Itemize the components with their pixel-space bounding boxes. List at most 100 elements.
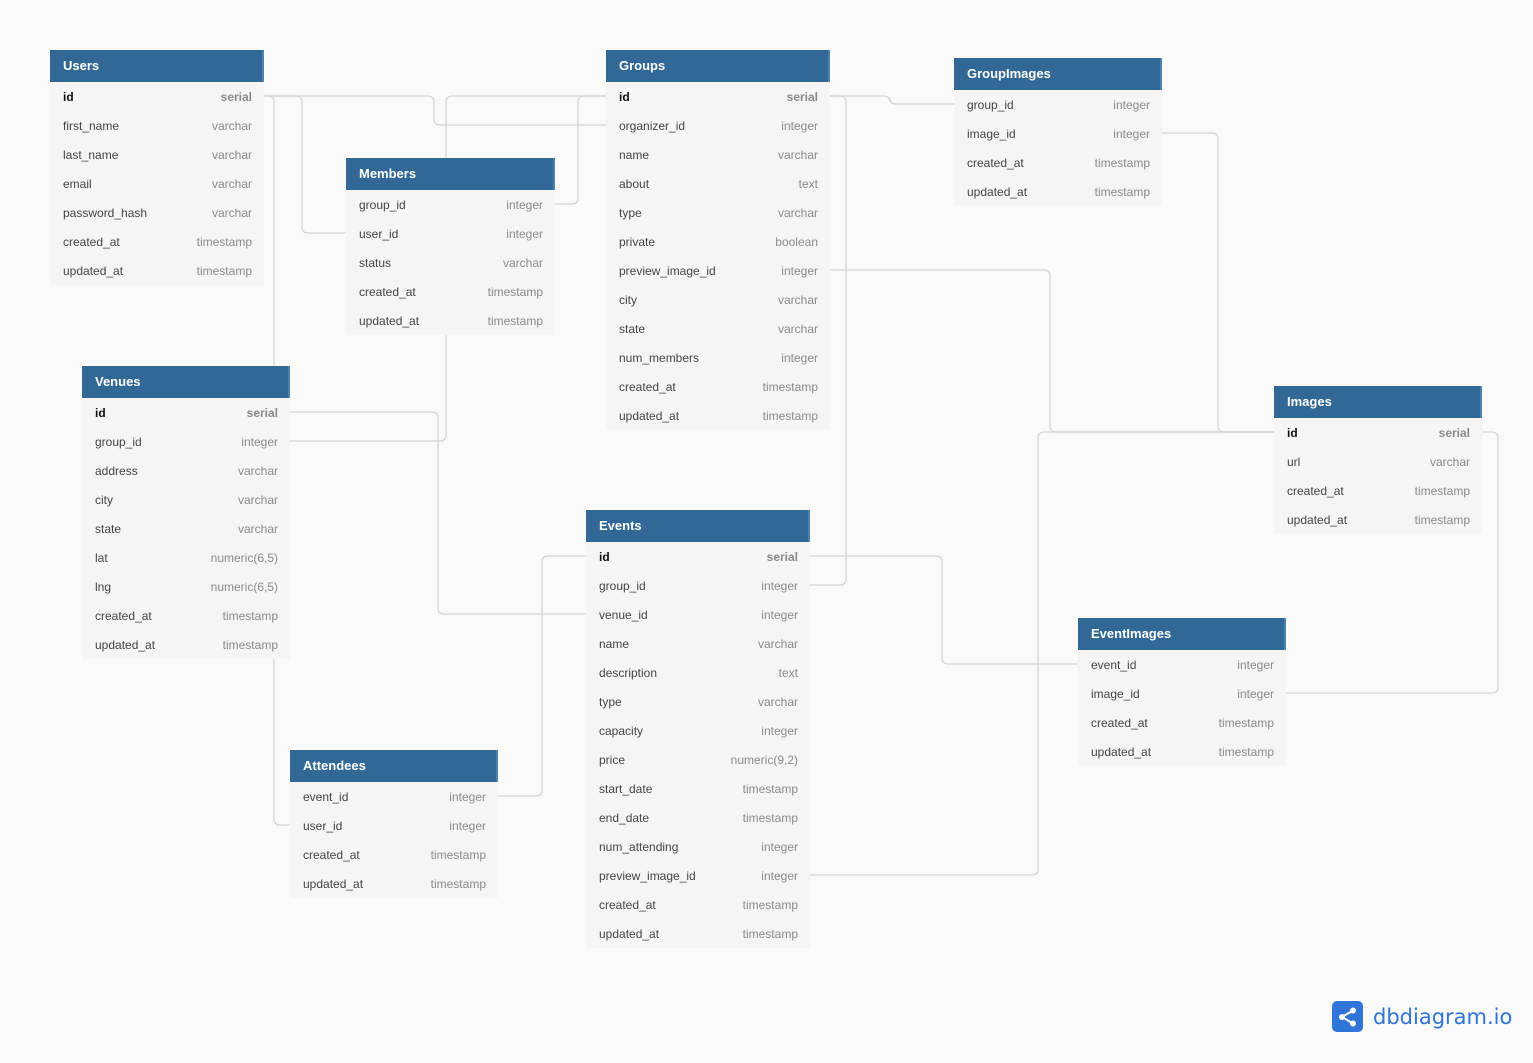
table-row[interactable]: updated_at timestamp <box>606 401 830 430</box>
table-row[interactable]: address varchar <box>82 456 290 485</box>
table-row[interactable]: lat numeric(6,5) <box>82 543 290 572</box>
table-header[interactable]: Venues <box>82 366 290 398</box>
table-row[interactable]: state varchar <box>82 514 290 543</box>
table-row[interactable]: name varchar <box>606 140 830 169</box>
table-venues[interactable]: Venues id serial group_id integer address varc… <box>82 366 290 659</box>
table-header[interactable]: EventImages <box>1078 618 1286 650</box>
table-attendees[interactable]: Attendees event_id integer user_id integer cr… <box>290 750 498 898</box>
table-row[interactable]: updated_at timestamp <box>1078 737 1286 766</box>
column-name: image_id <box>967 126 1016 141</box>
table-row[interactable]: first_name varchar <box>50 111 264 140</box>
column-type: timestamp <box>742 897 798 912</box>
table-row[interactable]: event_id integer <box>290 782 498 811</box>
table-row[interactable]: created_at timestamp <box>346 277 555 306</box>
table-row[interactable]: num_attending integer <box>586 832 810 861</box>
column-name: private <box>619 234 656 249</box>
table-row[interactable]: start_date timestamp <box>586 774 810 803</box>
table-row[interactable]: created_at timestamp <box>82 601 290 630</box>
table-header[interactable]: Events <box>586 510 810 542</box>
table-row[interactable]: group_id integer <box>954 90 1162 119</box>
column-type: varchar <box>777 321 818 336</box>
table-row[interactable]: city varchar <box>606 285 830 314</box>
table-users[interactable]: Users id serial first_name varchar last_name v… <box>50 50 264 285</box>
table-row[interactable]: description text <box>586 658 810 687</box>
column-name: venue_id <box>599 607 648 622</box>
table-row[interactable]: event_id integer <box>1078 650 1286 679</box>
table-row[interactable]: preview_image_id integer <box>586 861 810 890</box>
table-header[interactable]: Images <box>1274 386 1482 418</box>
table-header[interactable]: Users <box>50 50 264 82</box>
column-type: serial <box>786 89 818 104</box>
column-name: group_id <box>967 97 1014 112</box>
table-row[interactable]: updated_at timestamp <box>1274 505 1482 534</box>
table-row[interactable]: user_id integer <box>290 811 498 840</box>
table-events[interactable]: Events id serial group_id integer venue_id int… <box>586 510 810 948</box>
table-row[interactable]: created_at timestamp <box>1078 708 1286 737</box>
table-row[interactable]: password_hash varchar <box>50 198 264 227</box>
table-row[interactable]: status varchar <box>346 248 555 277</box>
table-row[interactable]: created_at timestamp <box>290 840 498 869</box>
table-row[interactable]: city varchar <box>82 485 290 514</box>
table-row[interactable]: name varchar <box>586 629 810 658</box>
table-members[interactable]: Members group_id integer user_id integer stat… <box>346 158 555 335</box>
column-type: varchar <box>237 463 278 478</box>
table-row[interactable]: private boolean <box>606 227 830 256</box>
table-row[interactable]: group_id integer <box>82 427 290 456</box>
relationship-line <box>290 411 586 615</box>
table-row[interactable]: created_at timestamp <box>606 372 830 401</box>
table-header[interactable]: Attendees <box>290 750 498 782</box>
table-row[interactable]: updated_at timestamp <box>346 306 555 335</box>
table-row[interactable]: type varchar <box>606 198 830 227</box>
table-row[interactable]: user_id integer <box>346 219 555 248</box>
column-type: timestamp <box>1414 483 1470 498</box>
table-images[interactable]: Images id serial url varchar created_at timest… <box>1274 386 1482 534</box>
table-row[interactable]: price numeric(9,2) <box>586 745 810 774</box>
table-row[interactable]: updated_at timestamp <box>290 869 498 898</box>
column-name: lat <box>95 550 108 565</box>
table-row[interactable]: preview_image_id integer <box>606 256 830 285</box>
table-row[interactable]: updated_at timestamp <box>954 177 1162 206</box>
table-row[interactable]: about text <box>606 169 830 198</box>
table-row[interactable]: created_at timestamp <box>50 227 264 256</box>
table-row[interactable]: capacity integer <box>586 716 810 745</box>
column-name: name <box>619 147 650 162</box>
table-row[interactable]: id serial <box>1274 418 1482 447</box>
table-header[interactable]: Groups <box>606 50 830 82</box>
table-row[interactable]: created_at timestamp <box>586 890 810 919</box>
table-row[interactable]: venue_id integer <box>586 600 810 629</box>
column-name: id <box>619 89 630 104</box>
table-row[interactable]: created_at timestamp <box>954 148 1162 177</box>
dbdiagram-logo[interactable]: dbdiagram.io <box>1332 1001 1512 1032</box>
table-row[interactable]: updated_at timestamp <box>50 256 264 285</box>
table-header[interactable]: Members <box>346 158 555 190</box>
table-row[interactable]: id serial <box>606 82 830 111</box>
table-row[interactable]: last_name varchar <box>50 140 264 169</box>
column-type: integer <box>449 789 486 804</box>
table-row[interactable]: id serial <box>82 398 290 427</box>
table-row[interactable]: id serial <box>586 542 810 571</box>
table-row[interactable]: lng numeric(6,5) <box>82 572 290 601</box>
column-name: event_id <box>1091 657 1137 672</box>
column-name: group_id <box>599 578 646 593</box>
table-row[interactable]: organizer_id integer <box>606 111 830 140</box>
table-row[interactable]: group_id integer <box>346 190 555 219</box>
table-row[interactable]: email varchar <box>50 169 264 198</box>
table-row[interactable]: url varchar <box>1274 447 1482 476</box>
column-type: timestamp <box>1094 155 1150 170</box>
table-eventimages[interactable]: EventImages event_id integer image_id intege… <box>1078 618 1286 766</box>
table-row[interactable]: num_members integer <box>606 343 830 372</box>
table-row[interactable]: updated_at timestamp <box>82 630 290 659</box>
table-groupimages[interactable]: GroupImages group_id integer image_id intege… <box>954 58 1162 206</box>
table-row[interactable]: created_at timestamp <box>1274 476 1482 505</box>
table-row[interactable]: image_id integer <box>954 119 1162 148</box>
table-row[interactable]: id serial <box>50 82 264 111</box>
table-row[interactable]: image_id integer <box>1078 679 1286 708</box>
table-row[interactable]: end_date timestamp <box>586 803 810 832</box>
table-header[interactable]: GroupImages <box>954 58 1162 90</box>
table-row[interactable]: group_id integer <box>586 571 810 600</box>
column-name: id <box>63 89 74 104</box>
table-row[interactable]: type varchar <box>586 687 810 716</box>
table-row[interactable]: state varchar <box>606 314 830 343</box>
table-groups[interactable]: Groups id serial organizer_id integer name var… <box>606 50 830 430</box>
table-row[interactable]: updated_at timestamp <box>586 919 810 948</box>
